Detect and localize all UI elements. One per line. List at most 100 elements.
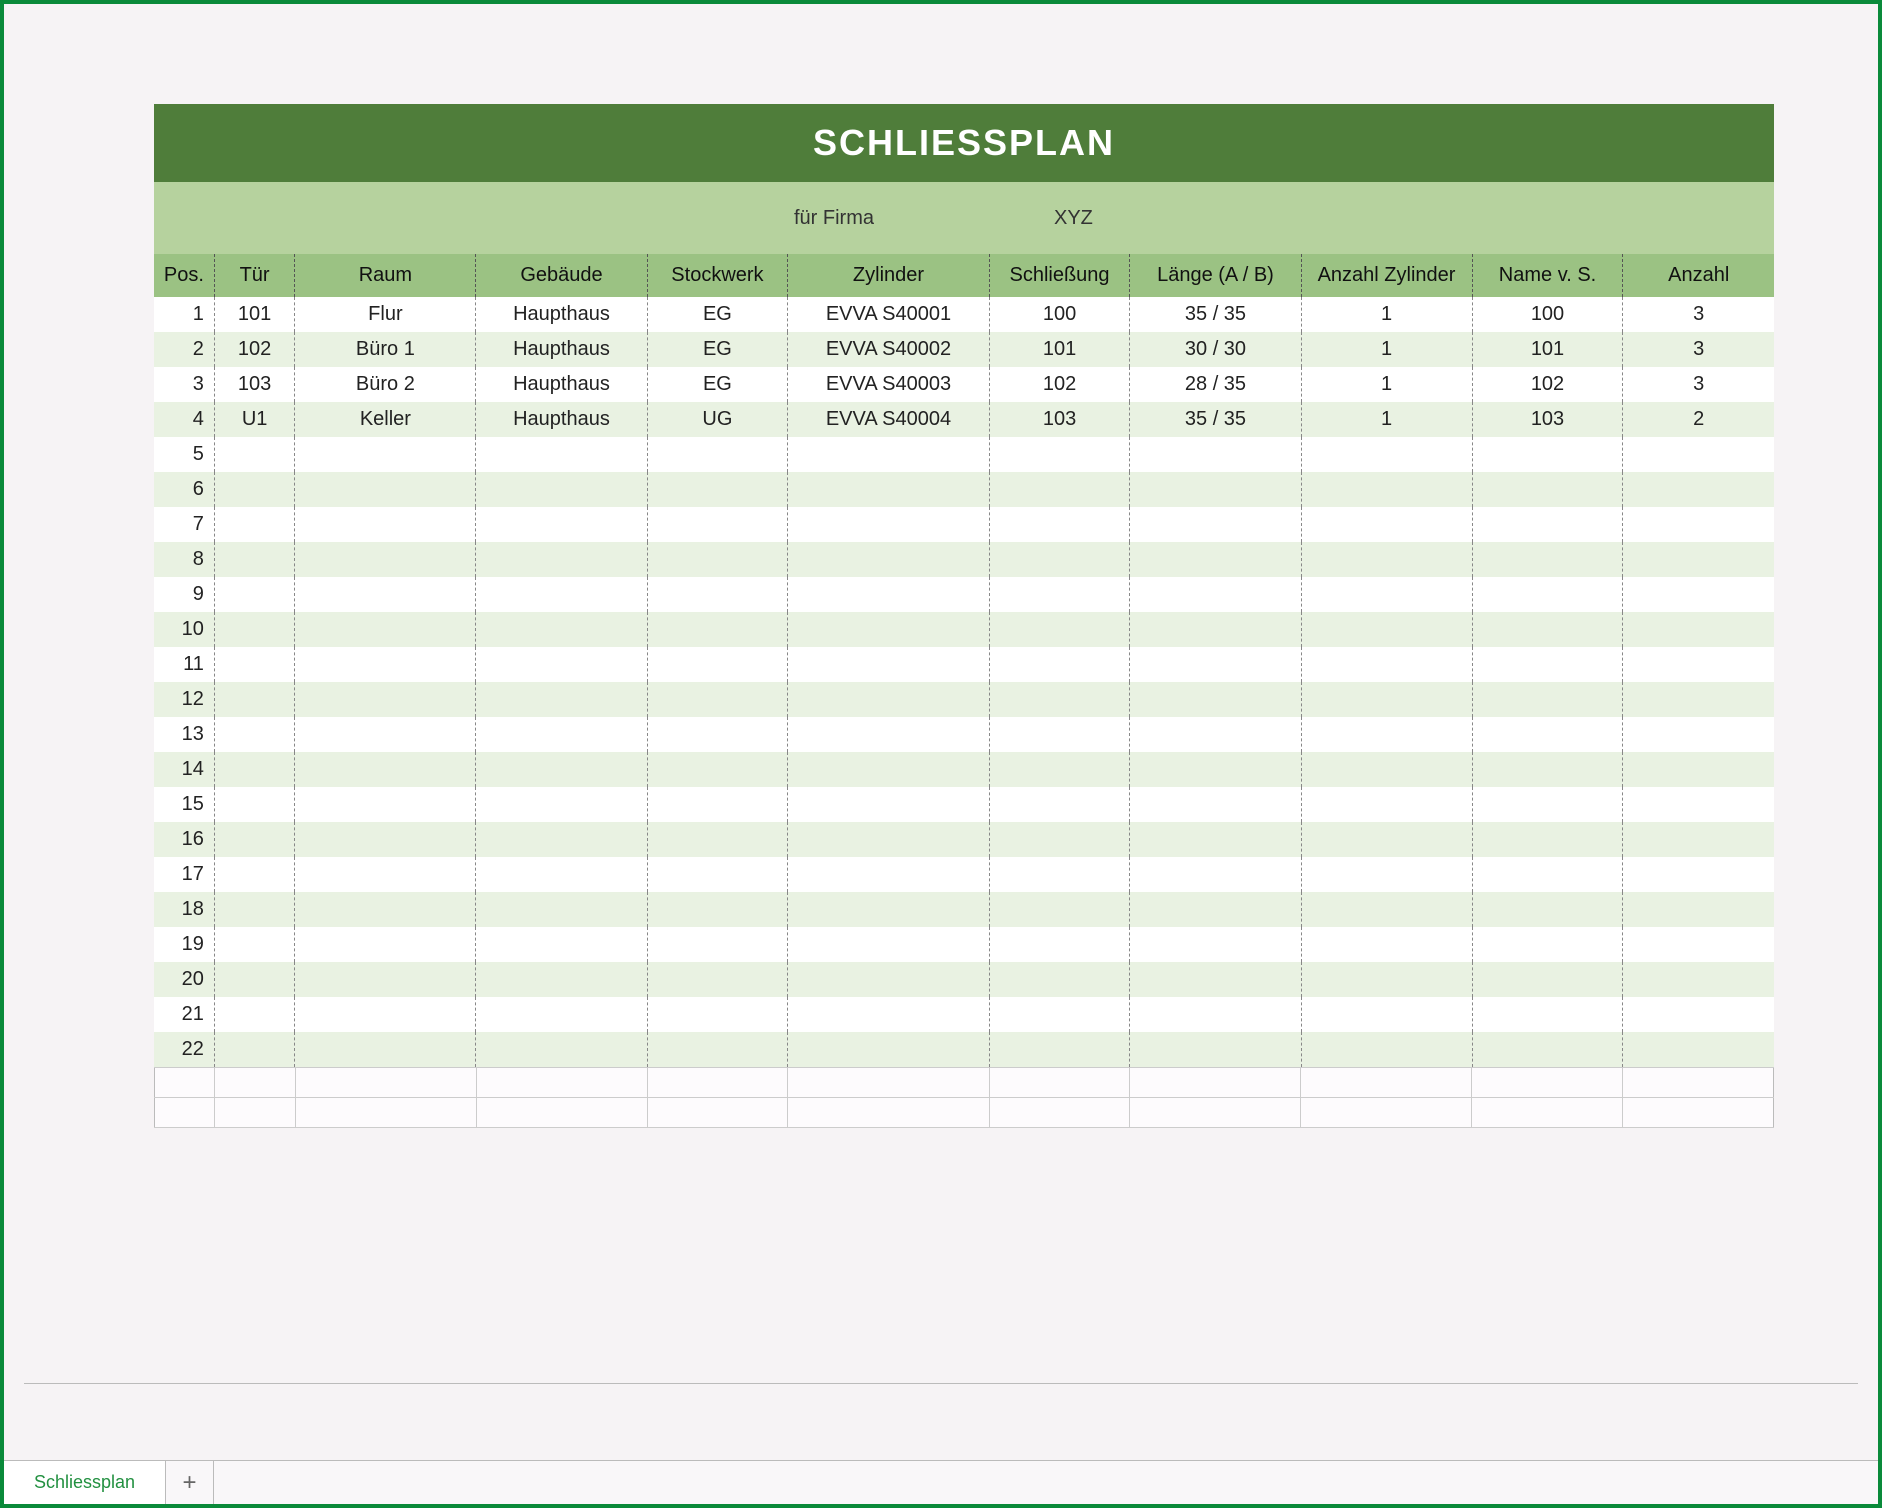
cell-laenge[interactable]: [1130, 787, 1301, 822]
cell-name[interactable]: [1472, 542, 1623, 577]
cell-zyl[interactable]: [788, 437, 989, 472]
cell-pos[interactable]: 9: [154, 577, 214, 612]
cell-geb[interactable]: [476, 577, 647, 612]
cell-geb[interactable]: [476, 472, 647, 507]
footer-row[interactable]: [155, 1098, 1774, 1128]
cell-pos[interactable]: 7: [154, 507, 214, 542]
cell-anz[interactable]: [1623, 857, 1774, 892]
cell-geb[interactable]: [476, 857, 647, 892]
cell-raum[interactable]: [295, 612, 476, 647]
cell-schl[interactable]: 103: [989, 402, 1130, 437]
cell-laenge[interactable]: 35 / 35: [1130, 402, 1301, 437]
cell-schl[interactable]: [989, 717, 1130, 752]
cell-zyl[interactable]: [788, 1032, 989, 1067]
cell-schl[interactable]: [989, 472, 1130, 507]
cell-zyl[interactable]: [788, 787, 989, 822]
cell-anzzyl[interactable]: [1301, 472, 1472, 507]
cell-anz[interactable]: [1623, 577, 1774, 612]
table-row[interactable]: 20: [154, 962, 1774, 997]
cell-pos[interactable]: 11: [154, 647, 214, 682]
cell-tuer[interactable]: [214, 682, 294, 717]
cell-pos[interactable]: 20: [154, 962, 214, 997]
cell-laenge[interactable]: [1130, 472, 1301, 507]
table-row[interactable]: 7: [154, 507, 1774, 542]
cell-anz[interactable]: [1623, 612, 1774, 647]
cell-tuer[interactable]: [214, 612, 294, 647]
cell-laenge[interactable]: [1130, 612, 1301, 647]
cell-raum[interactable]: [295, 577, 476, 612]
cell-raum[interactable]: Büro 1: [295, 332, 476, 367]
cell-name[interactable]: 102: [1472, 367, 1623, 402]
cell-anzzyl[interactable]: [1301, 647, 1472, 682]
cell-tuer[interactable]: [214, 927, 294, 962]
cell-tuer[interactable]: [214, 437, 294, 472]
cell-anzzyl[interactable]: [1301, 507, 1472, 542]
cell-anz[interactable]: [1623, 507, 1774, 542]
cell-raum[interactable]: Büro 2: [295, 367, 476, 402]
cell-stock[interactable]: EG: [647, 297, 788, 332]
cell-anzzyl[interactable]: [1301, 892, 1472, 927]
cell-zyl[interactable]: [788, 682, 989, 717]
cell-name[interactable]: [1472, 787, 1623, 822]
cell-schl[interactable]: [989, 787, 1130, 822]
cell-geb[interactable]: Haupthaus: [476, 332, 647, 367]
cell-anz[interactable]: 3: [1623, 332, 1774, 367]
cell-stock[interactable]: [647, 507, 788, 542]
cell-geb[interactable]: Haupthaus: [476, 367, 647, 402]
cell-schl[interactable]: 101: [989, 332, 1130, 367]
cell-laenge[interactable]: [1130, 507, 1301, 542]
cell-stock[interactable]: UG: [647, 402, 788, 437]
table-row[interactable]: 6: [154, 472, 1774, 507]
cell-zyl[interactable]: [788, 892, 989, 927]
table-row[interactable]: 15: [154, 787, 1774, 822]
table-row[interactable]: 5: [154, 437, 1774, 472]
cell-name[interactable]: [1472, 752, 1623, 787]
cell-anzzyl[interactable]: [1301, 437, 1472, 472]
cell-tuer[interactable]: [214, 1032, 294, 1067]
cell-schl[interactable]: [989, 682, 1130, 717]
table-row[interactable]: 4U1KellerHaupthausUGEVVA S4000410335 / 3…: [154, 402, 1774, 437]
cell-raum[interactable]: [295, 717, 476, 752]
cell-anzzyl[interactable]: [1301, 927, 1472, 962]
cell-stock[interactable]: [647, 577, 788, 612]
cell-anz[interactable]: [1623, 892, 1774, 927]
cell-schl[interactable]: [989, 962, 1130, 997]
cell-stock[interactable]: [647, 682, 788, 717]
table-row[interactable]: 19: [154, 927, 1774, 962]
cell-raum[interactable]: [295, 472, 476, 507]
cell-anz[interactable]: [1623, 1032, 1774, 1067]
cell-raum[interactable]: [295, 822, 476, 857]
table-row[interactable]: 8: [154, 542, 1774, 577]
cell-stock[interactable]: EG: [647, 367, 788, 402]
cell-laenge[interactable]: [1130, 927, 1301, 962]
cell-geb[interactable]: [476, 612, 647, 647]
cell-schl[interactable]: [989, 997, 1130, 1032]
cell-geb[interactable]: Haupthaus: [476, 297, 647, 332]
cell-anz[interactable]: 3: [1623, 367, 1774, 402]
cell-anzzyl[interactable]: 1: [1301, 367, 1472, 402]
cell-name[interactable]: [1472, 892, 1623, 927]
cell-tuer[interactable]: [214, 892, 294, 927]
cell-pos[interactable]: 13: [154, 717, 214, 752]
cell-tuer[interactable]: [214, 577, 294, 612]
cell-anz[interactable]: [1623, 542, 1774, 577]
cell-name[interactable]: [1472, 437, 1623, 472]
cell-anzzyl[interactable]: [1301, 612, 1472, 647]
cell-laenge[interactable]: [1130, 997, 1301, 1032]
cell-laenge[interactable]: [1130, 892, 1301, 927]
cell-zyl[interactable]: [788, 962, 989, 997]
cell-raum[interactable]: [295, 962, 476, 997]
cell-tuer[interactable]: [214, 507, 294, 542]
cell-stock[interactable]: [647, 787, 788, 822]
cell-schl[interactable]: [989, 822, 1130, 857]
cell-zyl[interactable]: EVVA S40004: [788, 402, 989, 437]
cell-tuer[interactable]: [214, 752, 294, 787]
cell-schl[interactable]: [989, 577, 1130, 612]
cell-stock[interactable]: [647, 717, 788, 752]
cell-tuer[interactable]: [214, 647, 294, 682]
cell-anzzyl[interactable]: [1301, 682, 1472, 717]
cell-laenge[interactable]: [1130, 577, 1301, 612]
cell-name[interactable]: [1472, 472, 1623, 507]
cell-zyl[interactable]: [788, 612, 989, 647]
cell-laenge[interactable]: [1130, 962, 1301, 997]
